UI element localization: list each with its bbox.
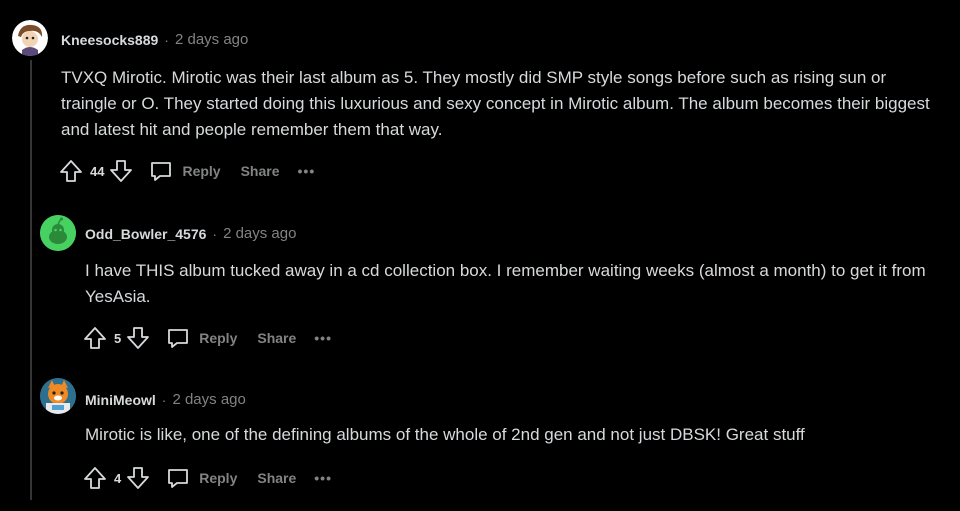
reply-button[interactable]: Reply <box>165 465 237 491</box>
upvote-icon[interactable] <box>82 465 108 491</box>
separator-dot: · <box>161 391 167 408</box>
author-name[interactable]: Odd_Bowler_4576 <box>85 226 206 242</box>
reply-label: Reply <box>199 470 238 486</box>
cat-avatar-icon <box>40 378 76 414</box>
downvote-icon[interactable] <box>125 325 151 351</box>
timestamp[interactable]: 2 days ago <box>223 225 296 242</box>
comment-bubble-icon <box>165 325 191 351</box>
comment-body: Mirotic is like, one of the defining alb… <box>85 425 805 444</box>
share-button[interactable]: Share <box>241 163 280 179</box>
author-name[interactable]: Kneesocks889 <box>61 32 158 48</box>
author-name[interactable]: MiniMeowl <box>85 392 156 408</box>
more-options-icon[interactable]: ••• <box>314 470 332 486</box>
thread-line[interactable] <box>30 60 32 500</box>
snoo-avatar-icon <box>40 215 76 251</box>
avatar[interactable] <box>40 215 76 251</box>
reply-button[interactable]: Reply <box>165 325 237 351</box>
vote-count: 44 <box>90 163 105 179</box>
avatar[interactable] <box>40 378 76 414</box>
avatar[interactable] <box>12 20 48 56</box>
comment-body: I have THIS album tucked away in a cd co… <box>85 261 926 306</box>
comment-bubble-icon <box>165 465 191 491</box>
user-avatar-icon <box>12 20 48 56</box>
separator-dot: · <box>164 31 169 48</box>
vote-count: 4 <box>114 470 122 486</box>
upvote-icon[interactable] <box>58 158 84 184</box>
separator-dot: · <box>212 225 218 242</box>
timestamp[interactable]: 2 days ago <box>172 391 245 408</box>
more-options-icon[interactable]: ••• <box>314 330 332 346</box>
reply-label: Reply <box>199 330 238 346</box>
reply-button[interactable]: Reply <box>148 158 221 184</box>
downvote-icon[interactable] <box>125 465 151 491</box>
timestamp[interactable]: 2 days ago <box>175 31 248 48</box>
more-options-icon[interactable]: ••• <box>298 163 316 179</box>
share-button[interactable]: Share <box>257 470 296 486</box>
comment-body: TVXQ Mirotic. Mirotic was their last alb… <box>61 68 930 139</box>
upvote-icon[interactable] <box>82 325 108 351</box>
share-button[interactable]: Share <box>257 330 296 346</box>
downvote-icon[interactable] <box>108 158 134 184</box>
vote-count: 5 <box>114 330 122 346</box>
comment-bubble-icon <box>148 158 174 184</box>
reply-label: Reply <box>182 163 221 179</box>
